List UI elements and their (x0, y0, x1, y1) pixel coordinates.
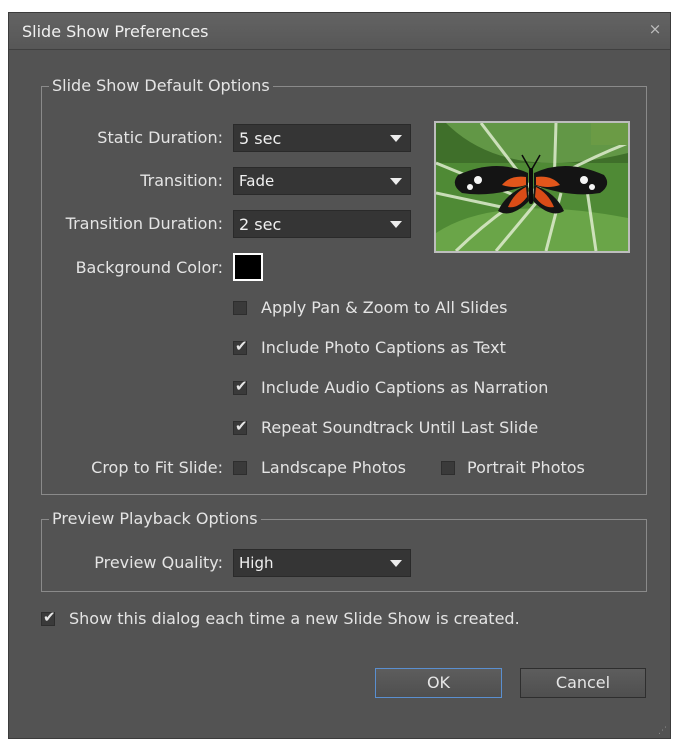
transition-duration-value: 2 sec (239, 215, 282, 234)
transition-duration-label: Transition Duration: (65, 214, 223, 233)
chevron-down-icon (390, 221, 402, 228)
landscape-photos-label: Landscape Photos (261, 458, 407, 477)
repeat-soundtrack-checkbox[interactable]: ✔ (233, 417, 248, 435)
pan-zoom-label: Apply Pan & Zoom to All Slides (261, 298, 508, 317)
show-dialog-checkbox[interactable]: ✔ (41, 608, 56, 626)
photo-captions-label: Include Photo Captions as Text (261, 338, 506, 357)
background-color-label: Background Color: (75, 258, 223, 277)
portrait-photos-checkbox-row[interactable]: Portrait Photos (441, 458, 611, 480)
checkmark-icon: ✔ (235, 377, 248, 395)
close-icon[interactable]: × (647, 21, 663, 37)
crop-to-fit-label: Crop to Fit Slide: (91, 458, 223, 477)
background-color-swatch[interactable] (233, 253, 263, 281)
preview-playback-legend: Preview Playback Options (49, 508, 261, 530)
transition-duration-dropdown[interactable]: 2 sec (233, 210, 411, 238)
chevron-down-icon (390, 178, 402, 185)
audio-captions-label: Include Audio Captions as Narration (261, 378, 549, 397)
checkmark-icon: ✔ (43, 608, 56, 626)
cancel-button[interactable]: Cancel (520, 668, 646, 698)
transition-label: Transition: (140, 171, 223, 190)
chevron-down-icon (390, 560, 402, 567)
show-dialog-label: Show this dialog each time a new Slide S… (69, 609, 520, 628)
transition-value: Fade (239, 172, 275, 190)
dialog-title: Slide Show Preferences (22, 22, 209, 41)
audio-captions-checkbox-row[interactable]: ✔ Include Audio Captions as Narration (233, 377, 613, 400)
portrait-photos-checkbox[interactable] (441, 461, 455, 475)
static-duration-label: Static Duration: (97, 128, 223, 147)
default-options-legend: Slide Show Default Options (49, 75, 273, 97)
checkmark-icon: ✔ (235, 417, 248, 435)
landscape-photos-checkbox-row[interactable]: Landscape Photos (233, 458, 428, 480)
chevron-down-icon (390, 135, 402, 142)
transition-dropdown[interactable]: Fade (233, 167, 411, 195)
pan-zoom-checkbox[interactable] (233, 301, 247, 315)
butterfly-illustration (436, 123, 628, 251)
preview-quality-value: High (239, 554, 274, 572)
photo-captions-checkbox-row[interactable]: ✔ Include Photo Captions as Text (233, 337, 593, 360)
title-bar[interactable]: Slide Show Preferences × (9, 13, 670, 50)
landscape-photos-checkbox[interactable] (233, 461, 247, 475)
slide-show-preferences-dialog: Slide Show Preferences × Slide Show Defa… (8, 12, 671, 739)
resize-grip-icon[interactable]: ⋰ (658, 726, 668, 736)
preview-quality-dropdown[interactable]: High (233, 549, 411, 577)
photo-captions-checkbox[interactable]: ✔ (233, 337, 248, 355)
portrait-photos-label: Portrait Photos (467, 458, 585, 477)
static-duration-dropdown[interactable]: 5 sec (233, 124, 411, 152)
repeat-soundtrack-label: Repeat Soundtrack Until Last Slide (261, 418, 539, 437)
audio-captions-checkbox[interactable]: ✔ (233, 377, 248, 395)
checkmark-icon: ✔ (235, 337, 248, 355)
preview-quality-label: Preview Quality: (94, 553, 223, 572)
show-dialog-checkbox-row[interactable]: ✔ Show this dialog each time a new Slide… (41, 608, 581, 631)
ok-button[interactable]: OK (375, 668, 502, 698)
static-duration-value: 5 sec (239, 129, 282, 148)
butterfly-photo (434, 121, 630, 253)
pan-zoom-checkbox-row[interactable]: Apply Pan & Zoom to All Slides (233, 298, 593, 320)
repeat-soundtrack-checkbox-row[interactable]: ✔ Repeat Soundtrack Until Last Slide (233, 417, 613, 440)
